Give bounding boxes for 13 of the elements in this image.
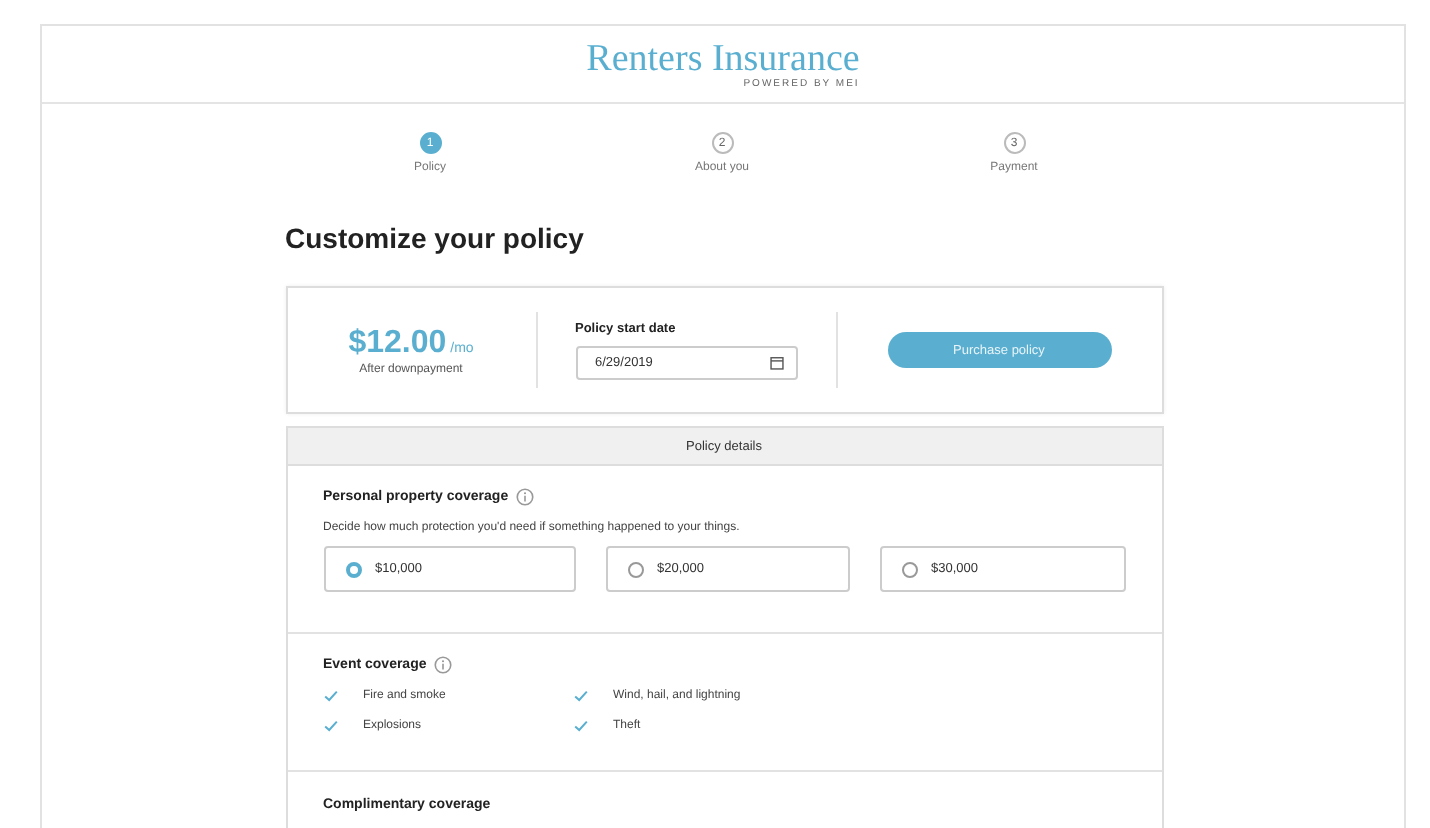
check-icon <box>323 720 337 732</box>
page-heading: Customize your policy <box>285 222 586 254</box>
radio-button[interactable] <box>627 561 643 577</box>
info-icon[interactable] <box>434 656 453 674</box>
check-icon <box>323 690 337 702</box>
check-icon <box>573 690 587 702</box>
check-icon <box>573 720 587 732</box>
radio-button[interactable] <box>345 561 361 577</box>
calendar-icon[interactable] <box>769 355 783 369</box>
radio-button[interactable] <box>901 561 917 577</box>
price-amount: $12.00 <box>348 325 447 361</box>
info-icon[interactable] <box>516 488 535 506</box>
logo-text: Renters Insurance <box>586 39 860 79</box>
